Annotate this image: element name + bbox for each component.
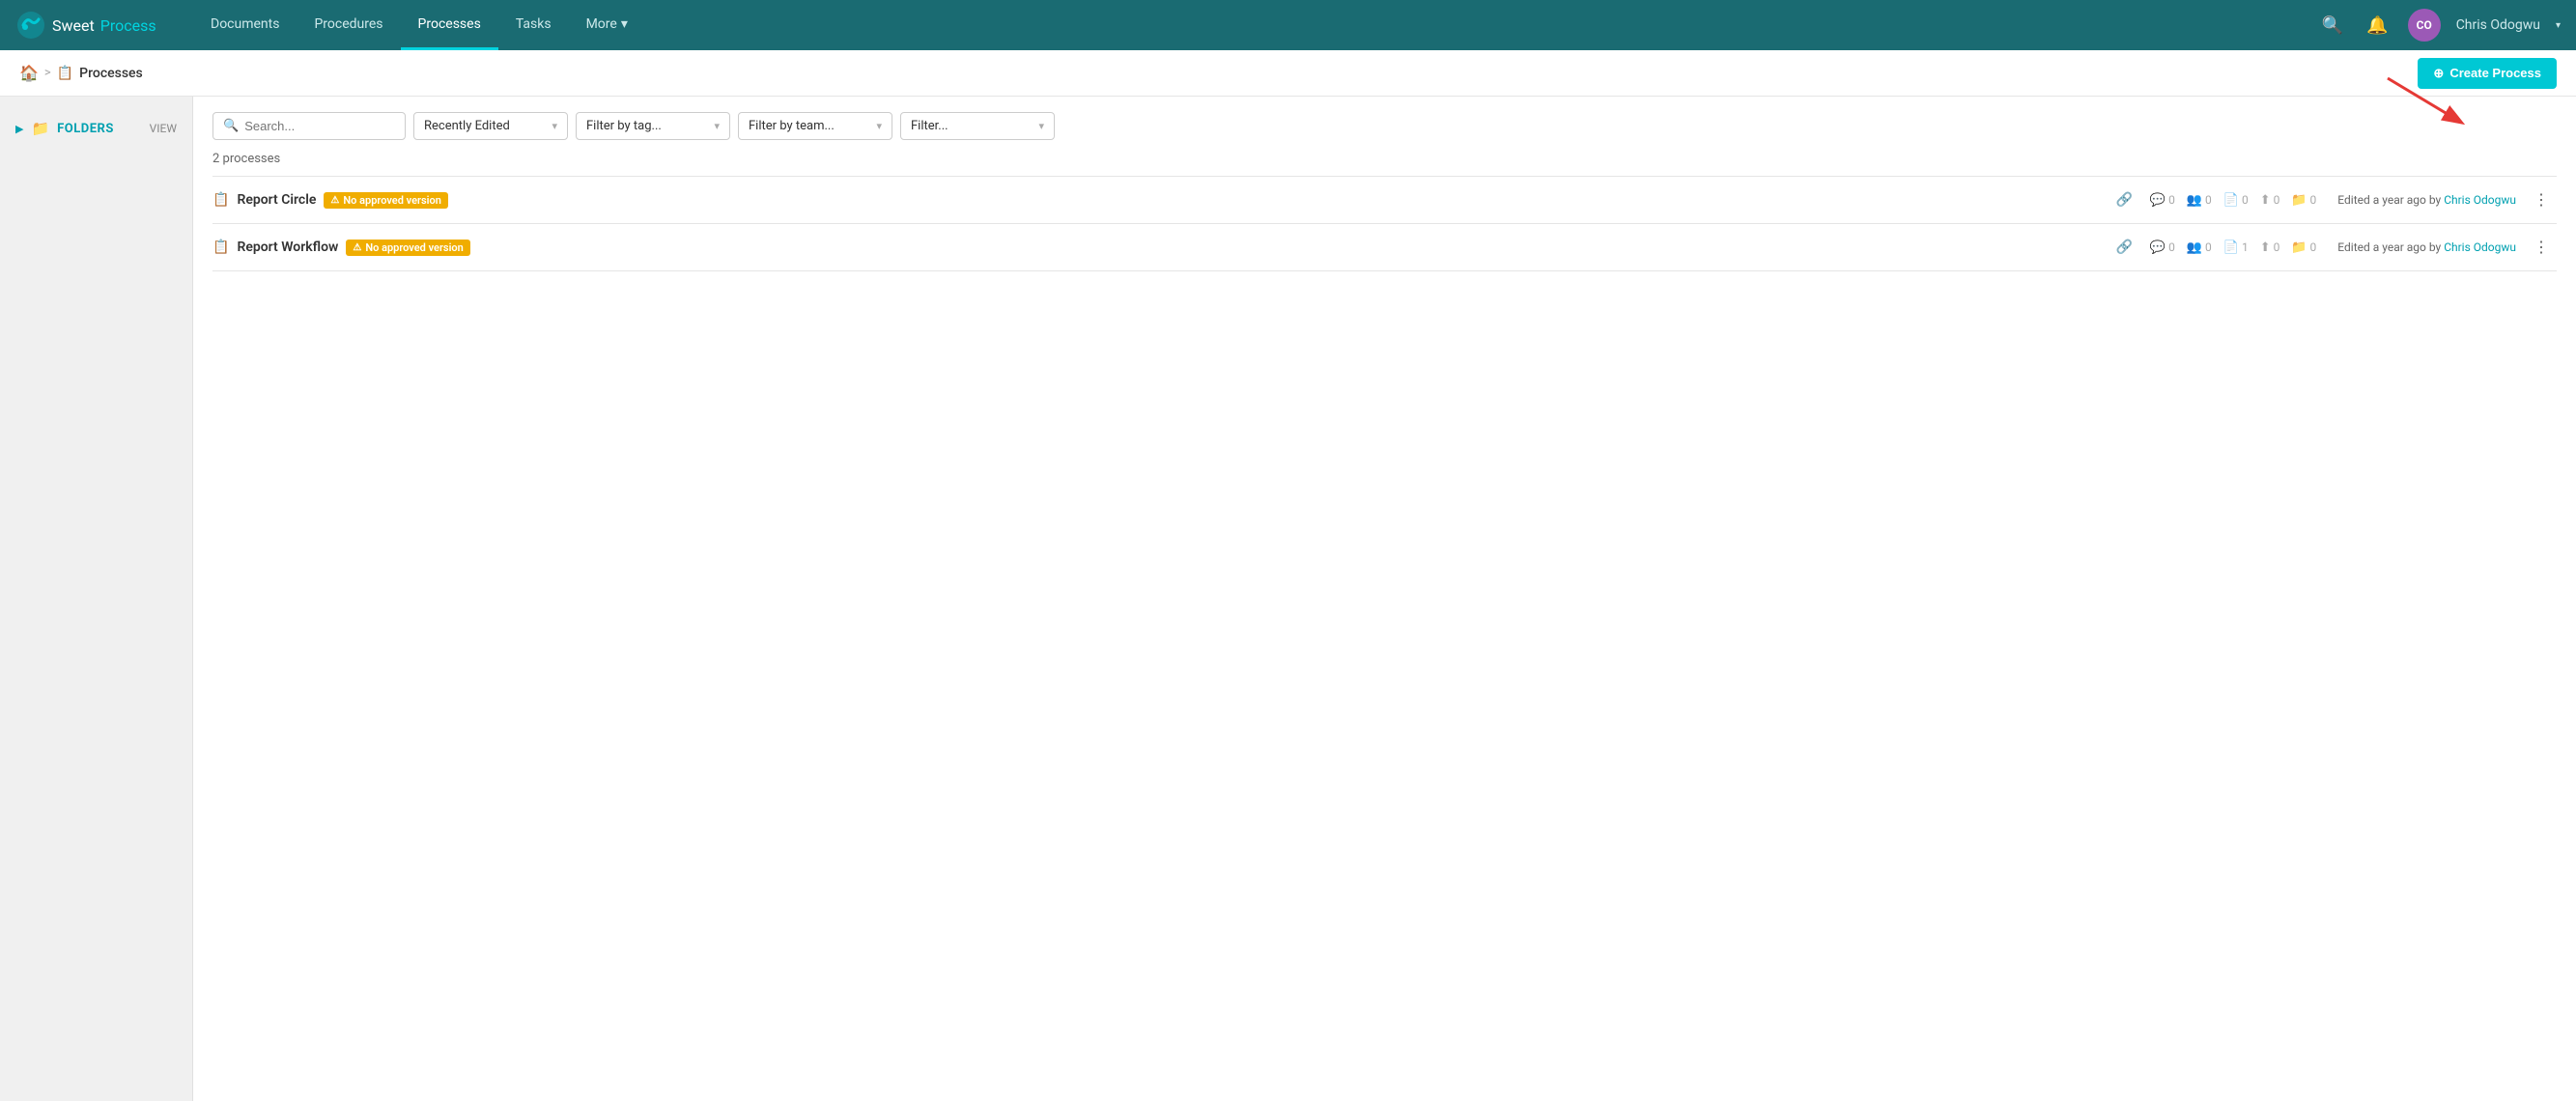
process-edited-text: Edited a year ago by Chris Odogwu xyxy=(2337,240,2516,254)
logo-process: Process xyxy=(100,16,156,35)
link-icon[interactable]: 🔗 xyxy=(2115,192,2132,208)
nav-more[interactable]: More ▾ xyxy=(569,0,645,50)
process-meta: 💬 0 👥 0 📄 1 ⬆ 0 xyxy=(2150,240,2316,255)
recently-edited-dropdown[interactable]: Recently Edited ▾ xyxy=(413,112,568,140)
folders-meta: 📁 0 xyxy=(2291,193,2316,208)
search-icon-button[interactable]: 🔍 xyxy=(2318,12,2347,40)
upload-icon: ⬆ xyxy=(2260,193,2271,208)
more-options-button[interactable]: ⋮ xyxy=(2526,186,2557,213)
users-icon: 👥 xyxy=(2187,193,2202,208)
filter-chevron-icon: ▾ xyxy=(1038,120,1044,132)
search-box[interactable]: 🔍 xyxy=(212,112,406,140)
filter-bar: 🔍 Recently Edited ▾ Filter by tag... ▾ F… xyxy=(212,112,2557,140)
doc-icon: 📄 xyxy=(2223,240,2239,255)
users-icon: 👥 xyxy=(2187,240,2202,255)
logo-sweet: Sweet xyxy=(52,16,95,35)
warning-icon: ⚠ xyxy=(330,195,339,206)
process-name[interactable]: Report Circle xyxy=(237,192,316,208)
folders-label: FOLDERS xyxy=(57,122,141,136)
comment-icon: 💬 xyxy=(2150,193,2166,208)
chevron-down-icon: ▾ xyxy=(621,16,628,32)
folder-icon: 📁 xyxy=(31,120,49,137)
nav-documents[interactable]: Documents xyxy=(193,0,297,50)
uploads-meta: ⬆ 0 xyxy=(2260,193,2280,208)
process-count: 2 processes xyxy=(212,152,2557,166)
process-doc-icon: 📋 xyxy=(212,192,229,208)
user-chevron-down-icon: ▾ xyxy=(2556,20,2561,31)
uploads-meta: ⬆ 0 xyxy=(2260,240,2280,255)
folders-chevron-icon: ▶ xyxy=(15,123,23,135)
folder-meta-icon: 📁 xyxy=(2291,193,2307,208)
users-meta: 👥 0 xyxy=(2187,240,2212,255)
comments-meta: 💬 0 xyxy=(2150,240,2175,255)
breadcrumb-bar: 🏠 > 📋 Processes ⊕ Create Process xyxy=(0,50,2576,97)
process-doc-icon: 📋 xyxy=(212,240,229,255)
breadcrumb-separator: > xyxy=(44,66,51,80)
nav-processes[interactable]: Processes xyxy=(401,0,498,50)
status-badge: ⚠ No approved version xyxy=(346,240,469,256)
recently-edited-chevron-icon: ▾ xyxy=(552,120,557,132)
user-avatar[interactable]: CO xyxy=(2408,9,2441,42)
docs-meta: 📄 0 xyxy=(2223,193,2249,208)
users-meta: 👥 0 xyxy=(2187,193,2212,208)
filter-tag-chevron-icon: ▾ xyxy=(714,120,720,132)
process-meta: 💬 0 👥 0 📄 0 ⬆ 0 xyxy=(2150,193,2316,208)
more-options-button[interactable]: ⋮ xyxy=(2526,234,2557,261)
sidebar-item-folders[interactable]: ▶ 📁 FOLDERS VIEW xyxy=(0,112,192,145)
processes-breadcrumb-icon: 📋 xyxy=(57,66,73,81)
table-row: 📋 Report Circle ⚠ No approved version 🔗 … xyxy=(212,177,2557,224)
comment-icon: 💬 xyxy=(2150,240,2166,255)
process-editor-link[interactable]: Chris Odogwu xyxy=(2444,193,2516,207)
status-badge: ⚠ No approved version xyxy=(324,192,447,209)
plus-icon: ⊕ xyxy=(2433,66,2444,81)
warning-icon: ⚠ xyxy=(353,242,361,253)
doc-icon: 📄 xyxy=(2223,193,2239,208)
table-row: 📋 Report Workflow ⚠ No approved version … xyxy=(212,224,2557,271)
filter-team-chevron-icon: ▾ xyxy=(876,120,882,132)
search-icon: 🔍 xyxy=(223,119,239,133)
process-item-left: 📋 Report Workflow ⚠ No approved version xyxy=(212,240,2106,256)
nav-tasks[interactable]: Tasks xyxy=(498,0,569,50)
nav-right: 🔍 🔔 CO Chris Odogwu ▾ xyxy=(2318,9,2561,42)
main-layout: ▶ 📁 FOLDERS VIEW xyxy=(0,97,2576,1101)
logo-icon xyxy=(15,10,46,41)
filter-row-wrapper: 🔍 Recently Edited ▾ Filter by tag... ▾ F… xyxy=(212,112,2557,140)
notification-icon-button[interactable]: 🔔 xyxy=(2363,12,2392,40)
nav-links: Documents Procedures Processes Tasks Mor… xyxy=(193,0,2318,50)
folders-meta: 📁 0 xyxy=(2291,240,2316,255)
process-edited-text: Edited a year ago by Chris Odogwu xyxy=(2337,193,2516,207)
process-name[interactable]: Report Workflow xyxy=(237,240,338,255)
nav-procedures[interactable]: Procedures xyxy=(297,0,400,50)
upload-icon: ⬆ xyxy=(2260,240,2271,255)
link-icon[interactable]: 🔗 xyxy=(2115,240,2132,255)
content-area: 🔍 Recently Edited ▾ Filter by tag... ▾ F… xyxy=(193,97,2576,1101)
filter-dropdown[interactable]: Filter... ▾ xyxy=(900,112,1055,140)
filter-by-team-dropdown[interactable]: Filter by team... ▾ xyxy=(738,112,892,140)
create-process-button[interactable]: ⊕ Create Process xyxy=(2418,58,2557,89)
logo[interactable]: Sweet Process xyxy=(15,10,170,41)
comments-meta: 💬 0 xyxy=(2150,193,2175,208)
process-editor-link[interactable]: Chris Odogwu xyxy=(2444,240,2516,254)
process-list: 📋 Report Circle ⚠ No approved version 🔗 … xyxy=(212,176,2557,271)
breadcrumb: 🏠 > 📋 Processes xyxy=(19,64,2418,82)
search-input[interactable] xyxy=(244,119,395,133)
folder-meta-icon: 📁 xyxy=(2291,240,2307,255)
home-icon[interactable]: 🏠 xyxy=(19,64,39,82)
filter-by-tag-dropdown[interactable]: Filter by tag... ▾ xyxy=(576,112,730,140)
process-item-left: 📋 Report Circle ⚠ No approved version xyxy=(212,192,2106,209)
top-navigation: Sweet Process Documents Procedures Proces… xyxy=(0,0,2576,50)
docs-meta: 📄 1 xyxy=(2223,240,2249,255)
sidebar: ▶ 📁 FOLDERS VIEW xyxy=(0,97,193,1101)
breadcrumb-current-page: Processes xyxy=(79,66,143,81)
view-label[interactable]: VIEW xyxy=(150,122,177,135)
user-name[interactable]: Chris Odogwu xyxy=(2456,17,2540,33)
